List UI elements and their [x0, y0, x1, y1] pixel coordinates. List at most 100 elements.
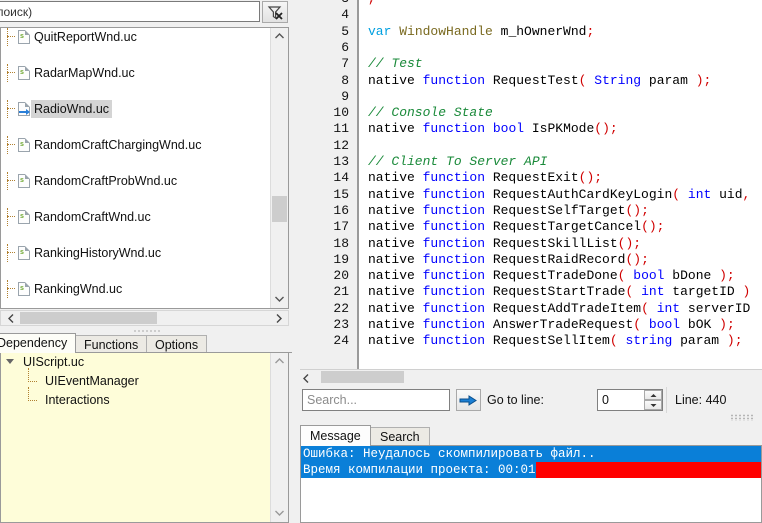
code-token: var — [368, 23, 392, 39]
scroll-left-icon[interactable] — [303, 372, 309, 386]
bottom-tab-search[interactable]: Search — [370, 427, 430, 446]
filter-clear-icon[interactable] — [262, 1, 288, 23]
left-tab-dependency[interactable]: Dependency — [0, 333, 77, 353]
code-line[interactable]: native function RequestAddTradeItem( int… — [359, 301, 750, 317]
code-line[interactable]: native function RequestTargetCancel(); — [359, 219, 664, 235]
tree-guide-line — [28, 368, 30, 382]
line-number: 11 — [333, 121, 349, 137]
code-token: native — [368, 170, 423, 186]
code-line[interactable]: native function RequestExit(); — [359, 170, 602, 186]
dependency-label: UIScript.uc — [23, 355, 85, 369]
message-row[interactable]: Время компилации проекта: 00:01 — [301, 462, 761, 478]
file-tree-item[interactable]: s RankingHistoryWnd.uc — [1, 244, 271, 262]
file-tree-horizontal-scrollbar[interactable] — [0, 310, 289, 326]
dependency-child-item[interactable]: UIEventManager — [1, 368, 288, 391]
code-line[interactable]: native function bool IsPKMode(); — [359, 121, 618, 137]
file-tree-panel[interactable]: s QuitReportWnd.uc s RadarMapWnd.uc RadioWnd… — [0, 27, 289, 309]
line-number: 14 — [333, 170, 349, 186]
scroll-up-icon[interactable] — [271, 353, 288, 370]
code-line[interactable]: native function RequestAuthCardKeyLogin(… — [359, 187, 750, 203]
code-line[interactable]: native function RequestSelfTarget(); — [359, 203, 649, 219]
message-row[interactable]: Ошибка: Неудалось скомпилировать файл.. — [301, 446, 761, 462]
code-token: function — [422, 202, 486, 218]
code-line[interactable]: // Console State — [359, 105, 493, 121]
toolbar-divider — [666, 387, 667, 413]
code-token: string — [625, 333, 673, 349]
stepper-up-icon[interactable] — [644, 390, 662, 400]
code-token: () — [625, 202, 642, 218]
code-line[interactable]: native function RequestSellItem( string … — [359, 333, 743, 349]
code-token: bDone — [664, 268, 720, 284]
dependency-root-item[interactable]: UIScript.uc — [1, 353, 288, 372]
scroll-down-icon[interactable] — [271, 505, 288, 522]
line-number: 5 — [341, 23, 349, 39]
code-editor[interactable]: 3456789101112131415161718192021222324 , v… — [300, 0, 762, 375]
stepper-down-icon[interactable] — [644, 400, 662, 410]
file-tree-vertical-scrollbar[interactable] — [270, 28, 288, 308]
code-token: ) — [695, 72, 704, 88]
bottom-tab-message[interactable]: Message — [300, 425, 371, 446]
code-token: () — [578, 170, 595, 186]
code-token: function — [422, 121, 486, 137]
code-line[interactable]: native function RequestTradeDone( bool b… — [359, 268, 735, 284]
bottom-splitter-grip[interactable] — [730, 414, 754, 421]
code-token: () — [641, 219, 657, 235]
chevron-down-icon[interactable] — [6, 359, 14, 364]
file-tree-item[interactable]: s RadarMapWnd.uc — [1, 64, 271, 82]
line-number: 9 — [341, 88, 349, 104]
code-line[interactable]: native function RequestRaidRecord(); — [359, 252, 649, 268]
dependency-vertical-scrollbar[interactable] — [270, 353, 288, 522]
code-token: ) — [726, 333, 735, 349]
file-tree-item[interactable]: RadioWnd.uc — [1, 100, 271, 118]
code-token: native — [368, 300, 423, 316]
code-line[interactable]: // Client To Server API — [359, 154, 547, 170]
code-token: ; — [726, 268, 735, 284]
scroll-left-icon[interactable] — [2, 311, 19, 325]
file-name-label: RankingWnd.uc — [34, 282, 123, 296]
file-tree-item[interactable]: s RandomCraftWnd.uc — [1, 208, 271, 226]
scroll-up-icon[interactable] — [271, 28, 288, 45]
file-tree-item[interactable]: s QuitReportWnd.uc — [1, 28, 271, 46]
code-line[interactable] — [359, 40, 368, 56]
code-line[interactable] — [359, 7, 368, 23]
file-tree-item[interactable]: s RankingWnd.uc — [1, 280, 271, 298]
search-input[interactable]: Search... — [302, 389, 450, 411]
scrollbar-thumb[interactable] — [20, 312, 157, 324]
code-line[interactable] — [359, 89, 368, 105]
dependency-child-item[interactable]: Interactions — [1, 387, 288, 410]
scrollbar-thumb[interactable] — [321, 371, 404, 383]
left-tab-functions[interactable]: Functions — [75, 335, 148, 353]
dependency-tree-panel[interactable]: UIScript.uc UIEventManager Interactions — [0, 353, 289, 523]
search-go-button[interactable] — [456, 389, 481, 411]
goto-line-value[interactable]: 0 — [602, 393, 609, 407]
code-line[interactable] — [359, 138, 368, 154]
code-line[interactable]: native function RequestSkillList(); — [359, 236, 641, 252]
file-tree-list: s QuitReportWnd.uc s RadarMapWnd.uc RadioWnd… — [1, 28, 271, 308]
scroll-down-icon[interactable] — [271, 291, 288, 308]
line-number: 19 — [333, 251, 349, 267]
tree-guide-line — [7, 36, 15, 38]
file-tree-item[interactable]: s RandomCraftChargingWnd.uc — [1, 136, 271, 154]
code-line[interactable]: // Test — [359, 56, 423, 72]
goto-line-stepper[interactable]: 0 — [597, 389, 663, 411]
scrollbar-thumb[interactable] — [272, 196, 287, 222]
code-line[interactable]: native function AnswerTradeRequest( bool… — [359, 317, 735, 333]
code-token: function — [422, 186, 486, 202]
code-token: native — [368, 72, 423, 88]
left-tab-options[interactable]: Options — [146, 335, 208, 353]
code-line[interactable]: native function RequestStartTrade( int t… — [359, 284, 750, 300]
file-tree-item[interactable]: s RandomCraftProbWnd.uc — [1, 172, 271, 190]
code-text-area[interactable]: ,var WindowHandle m_hOwnerWnd;// Testnat… — [359, 0, 762, 375]
script-file-icon: s — [18, 138, 30, 152]
code-line[interactable]: , — [359, 0, 376, 7]
code-line[interactable]: native function RequestTest( String para… — [359, 73, 711, 89]
scroll-right-icon[interactable] — [270, 311, 287, 325]
filter-input[interactable]: поиск) — [0, 1, 260, 22]
tree-guide-line — [28, 387, 30, 401]
message-list-panel[interactable]: Ошибка: Неудалось скомпилировать файл.. В… — [300, 446, 762, 523]
editor-horizontal-scrollbar[interactable] — [300, 369, 762, 385]
code-line[interactable]: var WindowHandle m_hOwnerWnd; — [359, 24, 594, 40]
code-token: () — [594, 121, 610, 137]
